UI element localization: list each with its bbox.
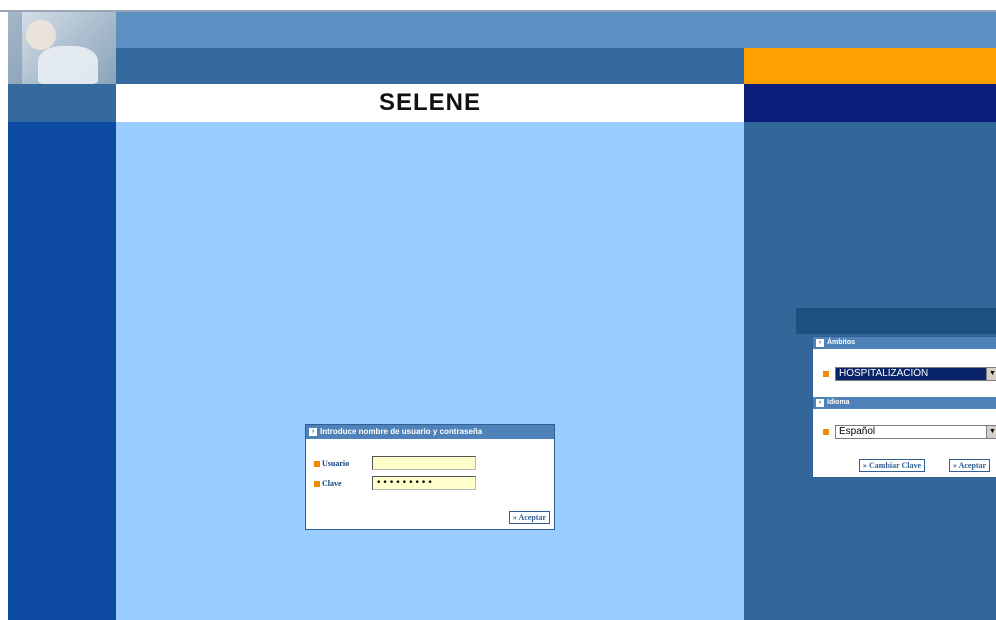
login-panel: › Introduce nombre de usuario y contraseñ… [305, 424, 555, 530]
photo-figure-body [38, 46, 98, 84]
settings-panel: › Ámbitos HOSPITALIZACIÓN ▼ › Idioma Españ… [812, 336, 996, 478]
chevron-down-icon[interactable]: ▼ [986, 426, 996, 438]
orange-bullet-icon [314, 481, 320, 488]
double-chevron-right-icon: » [512, 513, 517, 522]
orange-bullet-icon [823, 371, 829, 377]
login-accept-button[interactable]: » Aceptar [508, 511, 550, 524]
settings-accept-button[interactable]: » Aceptar [949, 459, 991, 472]
password-label: Clave [322, 479, 342, 488]
ambito-selected-value: HOSPITALIZACIÓN [839, 368, 929, 379]
header-accent-orange [744, 48, 996, 84]
idioma-select[interactable]: Español ▼ [835, 425, 996, 439]
orange-bullet-icon [314, 461, 320, 468]
arrow-right-icon: › [816, 339, 824, 347]
photo-shade [8, 12, 22, 84]
double-chevron-right-icon: » [953, 461, 957, 470]
chevron-down-icon[interactable]: ▼ [986, 368, 996, 380]
left-column [8, 122, 116, 620]
idioma-heading: Idioma [827, 399, 850, 406]
left-margin [0, 12, 8, 620]
password-input[interactable]: ••••••••• [372, 476, 476, 490]
change-password-label: Cambiar Clave [869, 461, 922, 470]
right-panel-strip [796, 308, 996, 334]
login-accept-label: Aceptar [518, 513, 546, 522]
settings-accept-label: Aceptar [958, 461, 987, 470]
photo-figure-head [26, 20, 56, 50]
arrow-right-icon: › [309, 428, 317, 436]
ambitos-header: › Ámbitos [813, 337, 996, 349]
ambito-select[interactable]: HOSPITALIZACIÓN ▼ [835, 367, 996, 381]
top-margin [0, 0, 996, 10]
header-band-top [116, 12, 996, 48]
arrow-right-icon: › [816, 399, 824, 407]
user-label-row: Usuario [314, 459, 349, 468]
double-chevron-right-icon: » [863, 461, 867, 470]
app-title: SELENE [378, 89, 482, 116]
user-label: Usuario [322, 459, 350, 468]
change-password-button[interactable]: » Cambiar Clave [859, 459, 926, 472]
idioma-header: › Idioma [813, 397, 996, 409]
login-heading: Introduce nombre de usuario y contraseña [320, 427, 483, 436]
header-band-middle [116, 48, 744, 84]
password-label-row: Clave [314, 479, 342, 488]
header-accent-navy [744, 84, 996, 122]
header-left-band [8, 84, 116, 122]
login-panel-header: › Introduce nombre de usuario y contraseñ… [306, 425, 554, 439]
username-input[interactable] [372, 456, 476, 470]
ambitos-heading: Ámbitos [827, 339, 855, 346]
idioma-selected-value: Español [839, 426, 876, 437]
header-photo [8, 12, 116, 84]
main-content-area [116, 122, 744, 620]
orange-bullet-icon [823, 429, 829, 435]
